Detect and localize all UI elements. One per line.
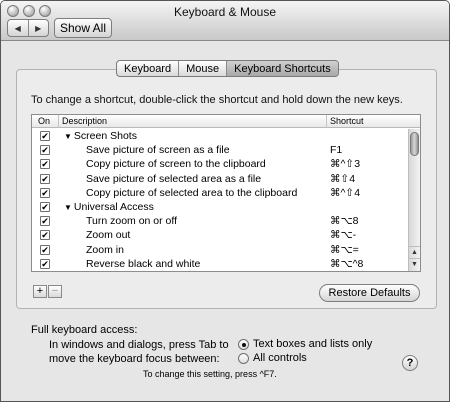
enabled-checkbox[interactable]: ✔	[40, 173, 50, 184]
table-row[interactable]: ✔ Copy picture of selected area to the cl…	[32, 186, 408, 200]
enabled-checkbox[interactable]: ✔	[40, 201, 50, 212]
keyboard-access-note: To change this setting, press ^F7.	[143, 369, 277, 379]
table-row[interactable]: ✔ Save picture of selected area as a file…	[32, 172, 408, 186]
help-button[interactable]: ?	[402, 355, 418, 371]
column-header-on[interactable]: On	[38, 116, 50, 126]
shortcut-keys[interactable]: ⌘⌥-	[330, 229, 356, 241]
enabled-checkbox[interactable]: ✔	[40, 145, 50, 156]
enabled-checkbox[interactable]: ✔	[40, 244, 50, 255]
row-label: Save picture of selected area as a file	[86, 172, 262, 185]
row-label: Copy picture of screen to the clipboard	[86, 158, 266, 171]
vertical-scrollbar[interactable]: ▲ ▼	[408, 129, 420, 271]
tab-bar: Keyboard Mouse Keyboard Shortcuts	[116, 60, 339, 77]
table-row[interactable]: ✔ Zoom out ⌘⌥-	[32, 228, 408, 242]
shortcut-description: Turn zoom on or off	[86, 215, 177, 227]
row-label: Reverse black and white	[86, 257, 201, 270]
table-group-row[interactable]: ✔ ▼ Universal Access	[32, 200, 408, 214]
radio-all-controls[interactable]	[238, 353, 249, 364]
tab-mouse[interactable]: Mouse	[178, 61, 226, 76]
shortcut-keys[interactable]: ⌘^⇧4	[330, 187, 360, 199]
enabled-checkbox[interactable]: ✔	[40, 187, 50, 198]
table-header: On Description Shortcut	[32, 115, 420, 128]
radio-text-boxes-lists[interactable]	[238, 339, 249, 350]
tab-keyboard-shortcuts[interactable]: Keyboard Shortcuts	[226, 61, 338, 76]
instructions-text: To change a shortcut, double-click the s…	[31, 94, 403, 106]
keyboard-access-line-1: In windows and dialogs, press Tab to	[49, 339, 229, 351]
shortcut-keys[interactable]: F1	[330, 144, 342, 156]
add-shortcut-button[interactable]: +	[33, 285, 47, 298]
shortcut-description: Copy picture of selected area to the cli…	[86, 187, 297, 199]
forward-arrow-icon[interactable]: ▶	[27, 20, 49, 36]
shortcut-description: Reverse black and white	[86, 258, 200, 270]
shortcut-keys[interactable]: ⌘⌥^8	[330, 258, 363, 270]
table-group-row[interactable]: ✔ ▼ Screen Shots	[32, 129, 408, 143]
shortcut-keys[interactable]: ⌘⇧4	[330, 173, 355, 185]
row-label: Zoom out	[86, 229, 131, 242]
remove-shortcut-button[interactable]: −	[48, 285, 62, 298]
shortcut-description: Zoom out	[86, 229, 130, 241]
tab-keyboard[interactable]: Keyboard	[117, 61, 178, 76]
table-row[interactable]: ✔ Zoom in ⌘⌥=	[32, 243, 408, 257]
table-row[interactable]: ✔ Copy picture of screen to the clipboard…	[32, 157, 408, 171]
row-label: Universal Access	[73, 200, 154, 213]
restore-defaults-button[interactable]: Restore Defaults	[319, 284, 420, 302]
shortcut-description: Save picture of screen as a file	[86, 144, 230, 156]
table-body: ✔ ▼ Screen Shots ✔ Save picture of screen as…	[32, 129, 408, 271]
window-title: Keyboard & Mouse	[173, 5, 277, 19]
shortcut-description: Save picture of selected area as a file	[86, 173, 261, 185]
disclosure-triangle-icon[interactable]: ▼	[64, 132, 72, 141]
enabled-checkbox[interactable]: ✔	[40, 230, 50, 241]
radio-label-all-controls[interactable]: All controls	[253, 352, 307, 364]
preferences-window: Keyboard & Mouse ◀ ▶ Show All Keyboard M…	[0, 0, 450, 402]
column-header-description[interactable]: Description	[62, 116, 107, 126]
back-forward-control: ◀ ▶	[7, 19, 49, 37]
enabled-checkbox[interactable]: ✔	[40, 258, 50, 269]
shortcut-keys[interactable]: ⌘⌥8	[330, 215, 358, 227]
keyboard-access-description: In windows and dialogs, press Tab to mov…	[49, 338, 229, 366]
enabled-checkbox[interactable]: ✔	[40, 131, 50, 141]
scroll-down-arrow-icon[interactable]: ▼	[409, 258, 420, 270]
column-header-shortcut[interactable]: Shortcut	[330, 116, 364, 126]
show-all-button[interactable]: Show All	[54, 18, 112, 38]
group-label: ▼ Screen Shots	[64, 130, 137, 142]
group-label: ▼ Universal Access	[64, 201, 154, 213]
table-row[interactable]: ✔ Reverse black and white ⌘⌥^8	[32, 257, 408, 271]
keyboard-access-heading: Full keyboard access:	[31, 324, 138, 336]
shortcut-description: Copy picture of screen to the clipboard	[86, 158, 266, 170]
keyboard-access-line-2: move the keyboard focus between:	[49, 353, 220, 365]
row-label: Copy picture of selected area to the cli…	[86, 186, 298, 199]
column-divider	[326, 115, 327, 128]
back-arrow-icon[interactable]: ◀	[8, 20, 28, 36]
row-label: Turn zoom on or off	[86, 215, 178, 228]
scrollbar-thumb[interactable]	[410, 132, 419, 156]
shortcut-keys[interactable]: ⌘^⇧3	[330, 158, 360, 170]
enabled-checkbox[interactable]: ✔	[40, 159, 50, 170]
table-row[interactable]: ✔ Save picture of screen as a file F1	[32, 143, 408, 157]
scroll-up-arrow-icon[interactable]: ▲	[409, 246, 420, 258]
shortcuts-table: On Description Shortcut ✔ ▼ Screen Shots ✔ S…	[31, 114, 421, 272]
row-label: Screen Shots	[73, 130, 137, 142]
row-label: Zoom in	[86, 243, 124, 256]
shortcut-keys[interactable]: ⌘⌥=	[330, 244, 359, 256]
disclosure-triangle-icon[interactable]: ▼	[64, 203, 72, 212]
enabled-checkbox[interactable]: ✔	[40, 216, 50, 227]
row-label: Save picture of screen as a file	[86, 144, 230, 157]
radio-label-text-boxes-lists[interactable]: Text boxes and lists only	[253, 338, 372, 350]
title-bar: Keyboard & Mouse ◀ ▶ Show All	[1, 1, 449, 41]
table-row[interactable]: ✔ Turn zoom on or off ⌘⌥8	[32, 214, 408, 228]
shortcut-description: Zoom in	[86, 244, 124, 256]
column-divider	[58, 115, 59, 128]
